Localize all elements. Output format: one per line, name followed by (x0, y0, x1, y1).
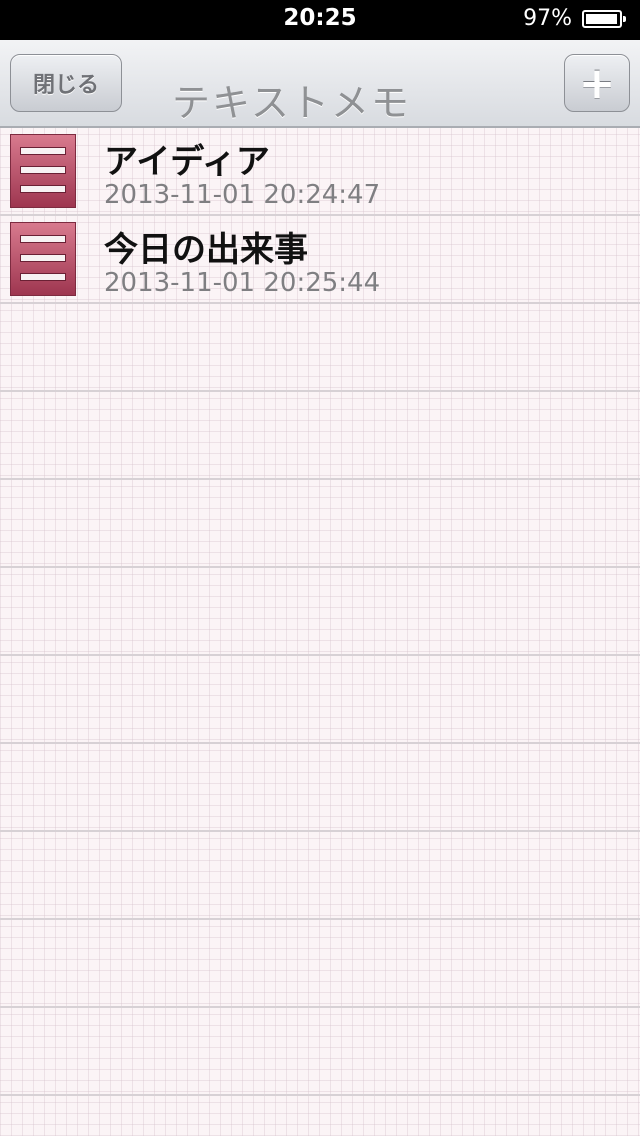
memo-title: アイディア (104, 142, 270, 182)
empty-row (0, 1008, 640, 1096)
battery-percentage: 97% (523, 6, 572, 31)
close-button[interactable]: 閉じる (10, 54, 122, 112)
memo-list[interactable]: アイディア 2013-11-01 20:24:47 今日の出来事 2013-11… (0, 128, 640, 1136)
empty-row (0, 480, 640, 568)
memo-list-icon (10, 134, 76, 208)
memo-date: 2013-11-01 20:24:47 (104, 180, 381, 210)
memo-list-icon (10, 222, 76, 296)
empty-row (0, 832, 640, 920)
empty-row (0, 304, 640, 392)
empty-row (0, 920, 640, 1008)
add-memo-button[interactable]: + (564, 54, 630, 112)
empty-row (0, 744, 640, 832)
plus-icon: + (578, 57, 616, 109)
empty-row (0, 656, 640, 744)
list-item[interactable]: アイディア 2013-11-01 20:24:47 (0, 128, 640, 216)
page-title: テキストメモ (172, 81, 411, 125)
list-item[interactable]: 今日の出来事 2013-11-01 20:25:44 (0, 216, 640, 304)
battery-fill (586, 14, 618, 24)
empty-row (0, 568, 640, 656)
memo-title: 今日の出来事 (104, 230, 308, 270)
memo-date: 2013-11-01 20:25:44 (104, 268, 381, 298)
battery-icon (582, 10, 626, 28)
status-bar: 20:25 97% (0, 0, 640, 40)
empty-row (0, 392, 640, 480)
navigation-bar: 閉じる テキストメモ + (0, 40, 640, 128)
